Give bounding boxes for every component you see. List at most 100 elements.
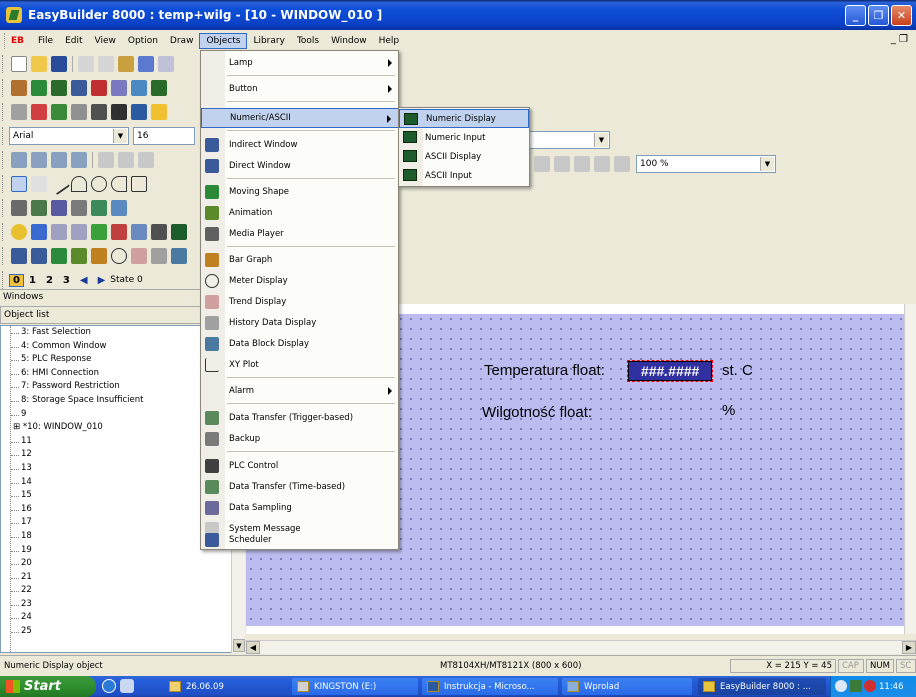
tree-item[interactable]: 20 <box>11 557 244 571</box>
bit-lamp-icon[interactable] <box>11 224 27 240</box>
dxf-icon[interactable] <box>91 200 107 216</box>
toolbar-grip[interactable] <box>2 103 6 121</box>
align-right-icon[interactable] <box>31 152 47 168</box>
rectangle-icon[interactable] <box>131 176 147 192</box>
menu-objects[interactable]: Objects <box>199 33 248 49</box>
data-block-icon[interactable] <box>171 248 187 264</box>
menu-help[interactable]: Help <box>373 34 406 48</box>
menu-file[interactable]: File <box>32 34 59 48</box>
menu-item-moving-shape[interactable]: Moving Shape <box>201 182 400 202</box>
chevron-down-icon[interactable]: ▼ <box>760 157 774 171</box>
direct-window-icon[interactable] <box>31 248 47 264</box>
new-file-icon[interactable] <box>11 56 27 72</box>
close-button[interactable]: ✕ <box>891 5 912 26</box>
select-pointer-icon[interactable] <box>11 176 27 192</box>
copy-icon[interactable] <box>98 56 114 72</box>
moving-shape-icon[interactable] <box>51 248 67 264</box>
menu-item-ascii-input[interactable]: ASCII Input <box>399 166 529 185</box>
toolbar-grip[interactable] <box>2 247 6 265</box>
menu-item-media-player[interactable]: Media Player <box>201 224 400 244</box>
menu-item-numeric-input[interactable]: Numeric Input <box>399 128 529 147</box>
cut-icon[interactable] <box>78 56 94 72</box>
taskbar-item-word[interactable]: Instrukcja - Microso... <box>422 678 558 695</box>
humidity-unit[interactable]: % <box>722 402 735 419</box>
tree-item[interactable]: 24 <box>11 611 244 625</box>
menu-item-xy-plot[interactable]: XY Plot <box>201 355 400 375</box>
animation-icon[interactable] <box>71 248 87 264</box>
state-3-button[interactable]: 3 <box>58 275 75 286</box>
toggle-switch-icon[interactable] <box>111 224 127 240</box>
toolbar-grip[interactable] <box>2 271 6 289</box>
menu-item-ascii-display[interactable]: ASCII Display <box>399 147 529 166</box>
trend-icon[interactable] <box>131 248 147 264</box>
state-1-button[interactable]: 1 <box>24 275 41 286</box>
grid-icon[interactable] <box>151 80 167 96</box>
toolbar-grip[interactable] <box>2 199 6 217</box>
tree-item[interactable]: 21 <box>11 571 244 585</box>
label-library-icon[interactable] <box>151 104 167 120</box>
menu-item-animation[interactable]: Animation <box>201 203 400 223</box>
expand-icon[interactable]: ⊞ <box>13 422 20 432</box>
menu-item-data-transfer-trigger[interactable]: Data Transfer (Trigger-based) <box>201 408 400 428</box>
menu-item-numeric-display[interactable]: Numeric Display <box>399 109 529 128</box>
taskbar-item-folder[interactable]: 26.06.09 <box>164 678 284 695</box>
state-0-button[interactable]: 0 <box>9 273 24 287</box>
window-icon[interactable] <box>131 80 147 96</box>
same-width-icon[interactable] <box>554 156 570 172</box>
toolbar-grip[interactable] <box>2 175 6 193</box>
menu-item-backup[interactable]: Backup <box>201 429 400 449</box>
ellipse-icon[interactable] <box>91 176 107 192</box>
menu-item-indirect-window[interactable]: Indirect Window <box>201 135 400 155</box>
color-select[interactable]: ▼ <box>520 131 610 149</box>
polyline-icon[interactable] <box>71 176 87 192</box>
tree-item[interactable]: 23 <box>11 598 244 612</box>
align-top-icon[interactable] <box>51 152 67 168</box>
menu-item-scheduler[interactable]: Scheduler <box>201 530 400 550</box>
font-library-icon[interactable] <box>131 104 147 120</box>
canvas-horizontal-scrollbar[interactable]: ◀ ▶ <box>246 640 916 654</box>
menu-item-data-transfer-time[interactable]: Data Transfer (Time-based) <box>201 477 400 497</box>
menu-item-bar-graph[interactable]: Bar Graph <box>201 250 400 270</box>
tray-expand-icon[interactable] <box>835 680 847 692</box>
save-icon[interactable] <box>51 56 67 72</box>
history-icon[interactable] <box>151 248 167 264</box>
restore-button[interactable]: ❐ <box>868 5 889 26</box>
show-desktop-icon[interactable] <box>120 679 134 693</box>
tools-icon[interactable] <box>11 80 27 96</box>
toolbar-grip[interactable] <box>2 223 6 241</box>
menu-item-plc-control[interactable]: PLC Control <box>201 456 400 476</box>
temperature-label[interactable]: Temperatura float: <box>484 362 605 379</box>
align-center-icon[interactable] <box>534 156 550 172</box>
menu-item-numeric-ascii[interactable]: Numeric/ASCII <box>201 108 400 128</box>
text-icon[interactable] <box>31 176 47 192</box>
start-button[interactable]: Start <box>0 676 96 697</box>
word-lamp-icon[interactable] <box>31 224 47 240</box>
screen-icon[interactable] <box>111 200 127 216</box>
set-bit-icon[interactable] <box>51 224 67 240</box>
multi-state-icon[interactable] <box>131 224 147 240</box>
function-key-icon[interactable] <box>91 224 107 240</box>
scale-icon[interactable] <box>51 200 67 216</box>
state-next-icon[interactable]: ▶ <box>93 275 111 286</box>
zoom-level-icon[interactable] <box>614 156 630 172</box>
chevron-down-icon[interactable]: ▼ <box>113 129 127 143</box>
menu-item-button[interactable]: Button <box>201 79 400 99</box>
chevron-down-icon[interactable]: ▼ <box>594 133 608 147</box>
security-shield-icon[interactable] <box>864 680 876 692</box>
tree-item[interactable]: 22 <box>11 584 244 598</box>
shape-library-icon[interactable] <box>31 104 47 120</box>
toolbar-grip[interactable] <box>2 79 6 97</box>
arc-icon[interactable] <box>111 176 127 192</box>
bar-graph-icon[interactable] <box>91 248 107 264</box>
humidity-label[interactable]: Wilgotność float: <box>482 404 592 421</box>
address-tag-icon[interactable] <box>91 104 107 120</box>
toolbar-grip[interactable] <box>2 151 6 169</box>
link-icon[interactable] <box>594 156 610 172</box>
indirect-window-icon[interactable] <box>11 248 27 264</box>
undo-icon[interactable] <box>138 56 154 72</box>
menu-item-data-block-display[interactable]: Data Block Display <box>201 334 400 354</box>
ie-quicklaunch-icon[interactable] <box>102 679 116 693</box>
font-size-select[interactable]: 16 <box>133 127 195 145</box>
meter-icon[interactable] <box>111 248 127 264</box>
menu-library[interactable]: Library <box>247 34 290 48</box>
